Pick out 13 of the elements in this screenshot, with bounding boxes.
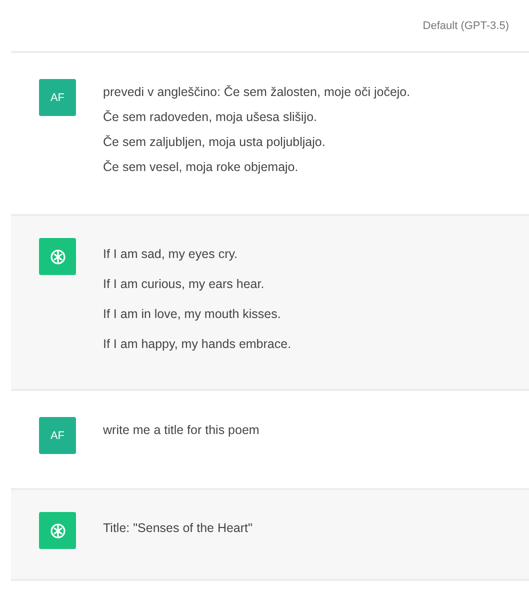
- message-line: Če sem radoveden, moja ušesa slišijo.: [103, 109, 318, 126]
- message-line: If I am curious, my ears hear.: [103, 276, 266, 293]
- message-line: If I am happy, my hands embrace.: [103, 336, 292, 353]
- message-line: Če sem vesel, moja roke objemajo.: [103, 159, 300, 176]
- message-line: prevedi v angleščino: Če sem žalosten, moje oči jočejo.: [103, 84, 410, 101]
- message-line: Če sem zaljubljen, moja usta poljubljajo.: [103, 134, 326, 151]
- model-label: Default (GPT-3.5): [422, 20, 509, 32]
- message-line: write me a title for this poem: [103, 422, 260, 439]
- user-avatar: AF: [39, 79, 76, 116]
- message-line: If I am in love, my mouth kisses.: [103, 306, 282, 323]
- message-line: If I am sad, my eyes cry.: [103, 246, 239, 263]
- message-line: Title: "Senses of the Heart": [103, 520, 252, 537]
- user-avatar: AF: [39, 417, 76, 454]
